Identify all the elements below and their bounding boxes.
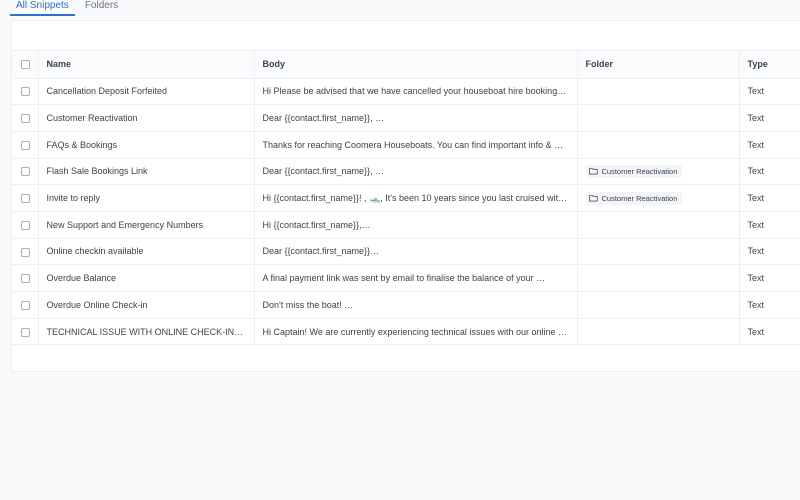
table-row[interactable]: Flash Sale Bookings Link Dear {{contact.… bbox=[12, 158, 800, 186]
snippet-name[interactable]: Invite to reply bbox=[37, 184, 254, 212]
tab-folders[interactable]: Folders bbox=[79, 0, 124, 16]
snippet-folder-cell bbox=[576, 318, 739, 346]
snippet-name[interactable]: Online checkin available bbox=[37, 238, 254, 266]
snippet-type: Text bbox=[738, 211, 800, 239]
row-select-cell bbox=[12, 184, 38, 212]
column-header-name[interactable]: Name bbox=[37, 51, 254, 79]
panel-footer bbox=[12, 345, 800, 371]
snippet-tabs: All Snippets Folders bbox=[0, 0, 800, 18]
snippet-body: Hi Please be advised that we have cancel… bbox=[253, 78, 577, 106]
row-checkbox[interactable] bbox=[21, 220, 30, 230]
snippet-folder-cell bbox=[576, 131, 739, 159]
snippet-type: Text bbox=[738, 238, 800, 266]
snippet-folder-cell bbox=[576, 211, 739, 239]
snippet-folder-cell bbox=[576, 238, 739, 266]
table-row[interactable]: TECHNICAL ISSUE WITH ONLINE CHECK-IN… Hi… bbox=[12, 318, 800, 346]
snippet-name[interactable]: FAQs & Bookings bbox=[37, 131, 254, 159]
snippet-name[interactable]: TECHNICAL ISSUE WITH ONLINE CHECK-IN… bbox=[37, 318, 254, 346]
row-checkbox[interactable] bbox=[21, 194, 30, 204]
snippet-folder-cell bbox=[576, 291, 739, 319]
snippet-type: Text bbox=[738, 291, 800, 319]
snippet-body: Dear {{contact.first_name}}… bbox=[253, 238, 577, 266]
table-row[interactable]: Online checkin available Dear {{contact.… bbox=[12, 238, 800, 266]
row-checkbox[interactable] bbox=[21, 327, 30, 337]
snippet-type: Text bbox=[738, 131, 800, 159]
snippet-name[interactable]: Flash Sale Bookings Link bbox=[37, 158, 254, 186]
snippet-type: Text bbox=[738, 158, 800, 186]
row-select-cell bbox=[12, 78, 38, 106]
snippet-type: Text bbox=[738, 264, 800, 292]
row-checkbox[interactable] bbox=[21, 114, 30, 124]
snippet-type: Text bbox=[738, 184, 800, 212]
select-all-checkbox[interactable] bbox=[21, 60, 30, 70]
snippet-folder-cell: Customer Reactivation bbox=[576, 184, 739, 212]
snippet-body: Don't miss the boat! … bbox=[253, 291, 577, 319]
row-checkbox[interactable] bbox=[21, 167, 30, 177]
row-select-cell bbox=[12, 104, 38, 132]
row-checkbox[interactable] bbox=[21, 140, 30, 150]
row-checkbox[interactable] bbox=[21, 300, 30, 310]
snippet-type: Text bbox=[738, 104, 800, 132]
tab-all-snippets[interactable]: All Snippets bbox=[10, 0, 75, 16]
snippet-body: Hi Captain! We are currently experiencin… bbox=[253, 318, 577, 346]
row-select-cell bbox=[12, 291, 38, 319]
snippet-type: Text bbox=[738, 318, 800, 346]
snippet-body: Thanks for reaching Coomera Houseboats. … bbox=[253, 131, 577, 159]
snippet-name[interactable]: New Support and Emergency Numbers bbox=[37, 211, 254, 239]
column-header-type[interactable]: Type bbox=[738, 51, 800, 79]
snippet-body: Hi {{contact.first_name}},… bbox=[253, 211, 577, 239]
snippet-body: Dear {{contact.first_name}}, … bbox=[253, 104, 577, 132]
row-checkbox[interactable] bbox=[21, 87, 30, 97]
snippet-name[interactable]: Customer Reactivation bbox=[37, 104, 254, 132]
snippet-body: Dear {{contact.first_name}}, … bbox=[253, 158, 577, 186]
snippet-name[interactable]: Cancellation Deposit Forfeited bbox=[37, 78, 254, 106]
panel-toolbar bbox=[12, 21, 800, 51]
row-checkbox[interactable] bbox=[21, 274, 30, 284]
table-row[interactable]: New Support and Emergency Numbers Hi {{c… bbox=[12, 211, 800, 239]
row-select-cell bbox=[12, 264, 38, 292]
table-row[interactable]: Overdue Balance A final payment link was… bbox=[12, 264, 800, 292]
column-header-folder[interactable]: Folder bbox=[576, 51, 739, 79]
snippets-table: Name Body Folder Type Cancellation Depos… bbox=[12, 51, 800, 346]
table-row[interactable]: Customer Reactivation Dear {{contact.fir… bbox=[12, 104, 800, 132]
folder-chip[interactable]: Customer Reactivation bbox=[585, 191, 683, 205]
folder-chip-label: Customer Reactivation bbox=[601, 166, 678, 176]
snippet-type: Text bbox=[738, 78, 800, 106]
snippet-body: A final payment link was sent by email t… bbox=[253, 264, 577, 292]
snippet-folder-cell bbox=[576, 104, 739, 132]
snippets-panel: Name Body Folder Type Cancellation Depos… bbox=[11, 20, 800, 372]
row-checkbox[interactable] bbox=[21, 247, 30, 257]
row-select-cell bbox=[12, 318, 38, 346]
folder-chip-label: Customer Reactivation bbox=[601, 193, 678, 203]
select-all-cell bbox=[12, 51, 38, 79]
folder-icon bbox=[588, 168, 598, 175]
folder-icon bbox=[588, 195, 598, 202]
table-row[interactable]: Invite to reply Hi {{contact.first_name}… bbox=[12, 184, 800, 212]
snippet-name[interactable]: Overdue Balance bbox=[37, 264, 254, 292]
row-select-cell bbox=[12, 131, 38, 159]
row-select-cell bbox=[12, 238, 38, 266]
snippet-folder-cell: Customer Reactivation bbox=[576, 158, 739, 186]
snippet-body: Hi {{contact.first_name}}! , 🛥️, It's be… bbox=[253, 184, 577, 212]
snippet-name[interactable]: Overdue Online Check-in bbox=[37, 291, 254, 319]
row-select-cell bbox=[12, 158, 38, 186]
snippet-folder-cell bbox=[576, 78, 739, 106]
column-header-body[interactable]: Body bbox=[253, 51, 577, 79]
folder-chip[interactable]: Customer Reactivation bbox=[585, 164, 683, 178]
table-row[interactable]: Cancellation Deposit Forfeited Hi Please… bbox=[12, 78, 800, 106]
snippet-folder-cell bbox=[576, 264, 739, 292]
table-row[interactable]: FAQs & Bookings Thanks for reaching Coom… bbox=[12, 131, 800, 159]
table-row[interactable]: Overdue Online Check-in Don't miss the b… bbox=[12, 291, 800, 319]
row-select-cell bbox=[12, 211, 38, 239]
table-header-row: Name Body Folder Type bbox=[12, 51, 800, 79]
